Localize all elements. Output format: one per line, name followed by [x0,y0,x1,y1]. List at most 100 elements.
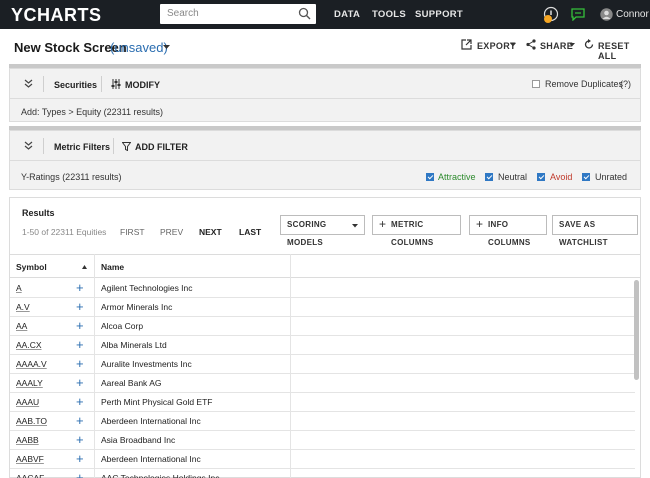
plus-icon: + [476,217,484,231]
divider [10,98,640,99]
collapse-icon[interactable] [24,141,33,151]
table-row[interactable]: AA.CX + Alba Minerals Ltd [10,336,635,355]
rating-avoid-checkbox[interactable] [537,173,545,181]
add-icon[interactable]: + [76,470,84,478]
collapse-icon[interactable] [24,79,33,89]
column-symbol[interactable]: Symbol [16,262,47,272]
add-icon[interactable]: + [76,318,84,333]
rating-attractive-label: Attractive [438,172,476,182]
table-row[interactable]: AAAU + Perth Mint Physical Gold ETF [10,393,635,412]
table-row[interactable]: AAALY + Aareal Bank AG [10,374,635,393]
scrollbar[interactable] [634,280,639,380]
table-row[interactable]: A + Agilent Technologies Inc [10,279,635,298]
table-row[interactable]: AAB.TO + Aberdeen International Inc [10,412,635,431]
notifications-icon[interactable] [543,6,559,23]
chevron-down-icon [510,43,516,47]
metric-filters-label: Metric Filters [54,142,111,152]
symbol-link[interactable]: AAB.TO [16,416,47,426]
table-row[interactable]: AAAA.V + Auralite Investments Inc [10,355,635,374]
securities-summary: Add: Types > Equity (22311 results) [21,107,163,117]
table-row[interactable]: A.V + Armor Minerals Inc [10,298,635,317]
company-name: Alcoa Corp [101,321,144,331]
results-label: Results [22,208,55,218]
nav-support[interactable]: SUPPORT [415,9,463,20]
company-name: Alba Minerals Ltd [101,340,167,350]
table-row[interactable]: AABB + Asia Broadband Inc [10,431,635,450]
company-name: Aberdeen International Inc [101,416,201,426]
symbol-link[interactable]: AAALY [16,378,43,388]
info-columns-button[interactable]: + INFO COLUMNS [469,215,547,247]
scoring-models-button[interactable]: SCORING MODELS [280,215,365,247]
divider [113,138,114,154]
symbol-link[interactable]: AABVF [16,454,44,464]
add-icon[interactable]: + [76,356,84,371]
remove-duplicates-checkbox[interactable] [532,80,540,88]
user-name[interactable]: Connor [616,9,649,20]
chat-icon[interactable] [571,8,585,21]
rating-unrated-label: Unrated [595,172,628,182]
symbol-link[interactable]: A.V [16,302,30,312]
rating-attractive-checkbox[interactable] [426,173,434,181]
logo[interactable]: YCHARTS [11,5,102,26]
securities-panel: Securities MODIFY Remove Duplicates (?) … [9,68,641,122]
securities-label: Securities [54,80,98,90]
table-row[interactable]: AACAF + AAC Technologies Holdings Inc [10,469,635,478]
pager-first[interactable]: FIRST [120,227,145,237]
metric-summary: Y-Ratings (22311 results) [21,172,122,182]
add-icon[interactable]: + [76,375,84,390]
sort-asc-icon[interactable] [82,265,87,269]
filter-icon [122,142,131,151]
add-icon[interactable]: + [76,280,84,295]
divider [43,138,44,154]
add-icon[interactable]: + [76,394,84,409]
search-input[interactable]: Search [160,4,316,24]
symbol-link[interactable]: AA [16,321,27,331]
company-name: Agilent Technologies Inc [101,283,193,293]
table-row[interactable]: AABVF + Aberdeen International Inc [10,450,635,469]
symbol-link[interactable]: AA.CX [16,340,42,350]
scoring-models-label: SCORING MODELS [287,220,327,247]
reset-icon [584,39,594,49]
nav-tools[interactable]: TOOLS [372,9,406,20]
pager-prev[interactable]: PREV [160,227,183,237]
company-name: Asia Broadband Inc [101,435,176,445]
help-link[interactable]: (?) [620,79,631,89]
symbol-link[interactable]: AAAU [16,397,39,407]
results-panel: Results 1-50 of 22311 Equities FIRST PRE… [9,197,641,478]
rating-unrated-checkbox[interactable] [582,173,590,181]
add-filter-button[interactable]: ADD FILTER [135,142,188,152]
table-row[interactable]: AA + Alcoa Corp [10,317,635,336]
chevron-down-icon [569,43,575,47]
rating-neutral-checkbox[interactable] [485,173,493,181]
symbol-link[interactable]: AABB [16,435,39,445]
company-name: Aberdeen International Inc [101,454,201,464]
modify-button[interactable]: MODIFY [125,80,160,90]
column-name[interactable]: Name [101,262,124,272]
pager-last[interactable]: LAST [239,227,261,237]
remove-duplicates-label: Remove Duplicates [545,79,624,89]
symbol-link[interactable]: AACAF [16,473,44,478]
company-name: Auralite Investments Inc [101,359,192,369]
metric-columns-button[interactable]: + METRIC COLUMNS [372,215,461,247]
add-icon[interactable]: + [76,451,84,466]
search-icon[interactable] [298,7,311,20]
symbol-link[interactable]: AAAA.V [16,359,47,369]
add-icon[interactable]: + [76,337,84,352]
company-name: Aareal Bank AG [101,378,162,388]
symbol-link[interactable]: A [16,283,22,293]
search-placeholder: Search [167,8,199,19]
share-icon [526,39,536,50]
top-nav: YCHARTS Search DATA TOOLS SUPPORT Connor [0,0,650,29]
divider [43,76,44,92]
add-icon[interactable]: + [76,299,84,314]
chevron-down-icon[interactable] [163,45,170,50]
unsaved-status[interactable]: (unsaved) [110,40,168,55]
avatar[interactable] [600,8,613,21]
reset-all-button[interactable]: RESET ALL [598,41,650,61]
add-icon[interactable]: + [76,413,84,428]
nav-data[interactable]: DATA [334,9,360,20]
add-icon[interactable]: + [76,432,84,447]
results-range: 1-50 of 22311 Equities [22,227,107,237]
save-as-watchlist-button[interactable]: SAVE AS WATCHLIST [552,215,638,247]
pager-next[interactable]: NEXT [199,227,222,237]
